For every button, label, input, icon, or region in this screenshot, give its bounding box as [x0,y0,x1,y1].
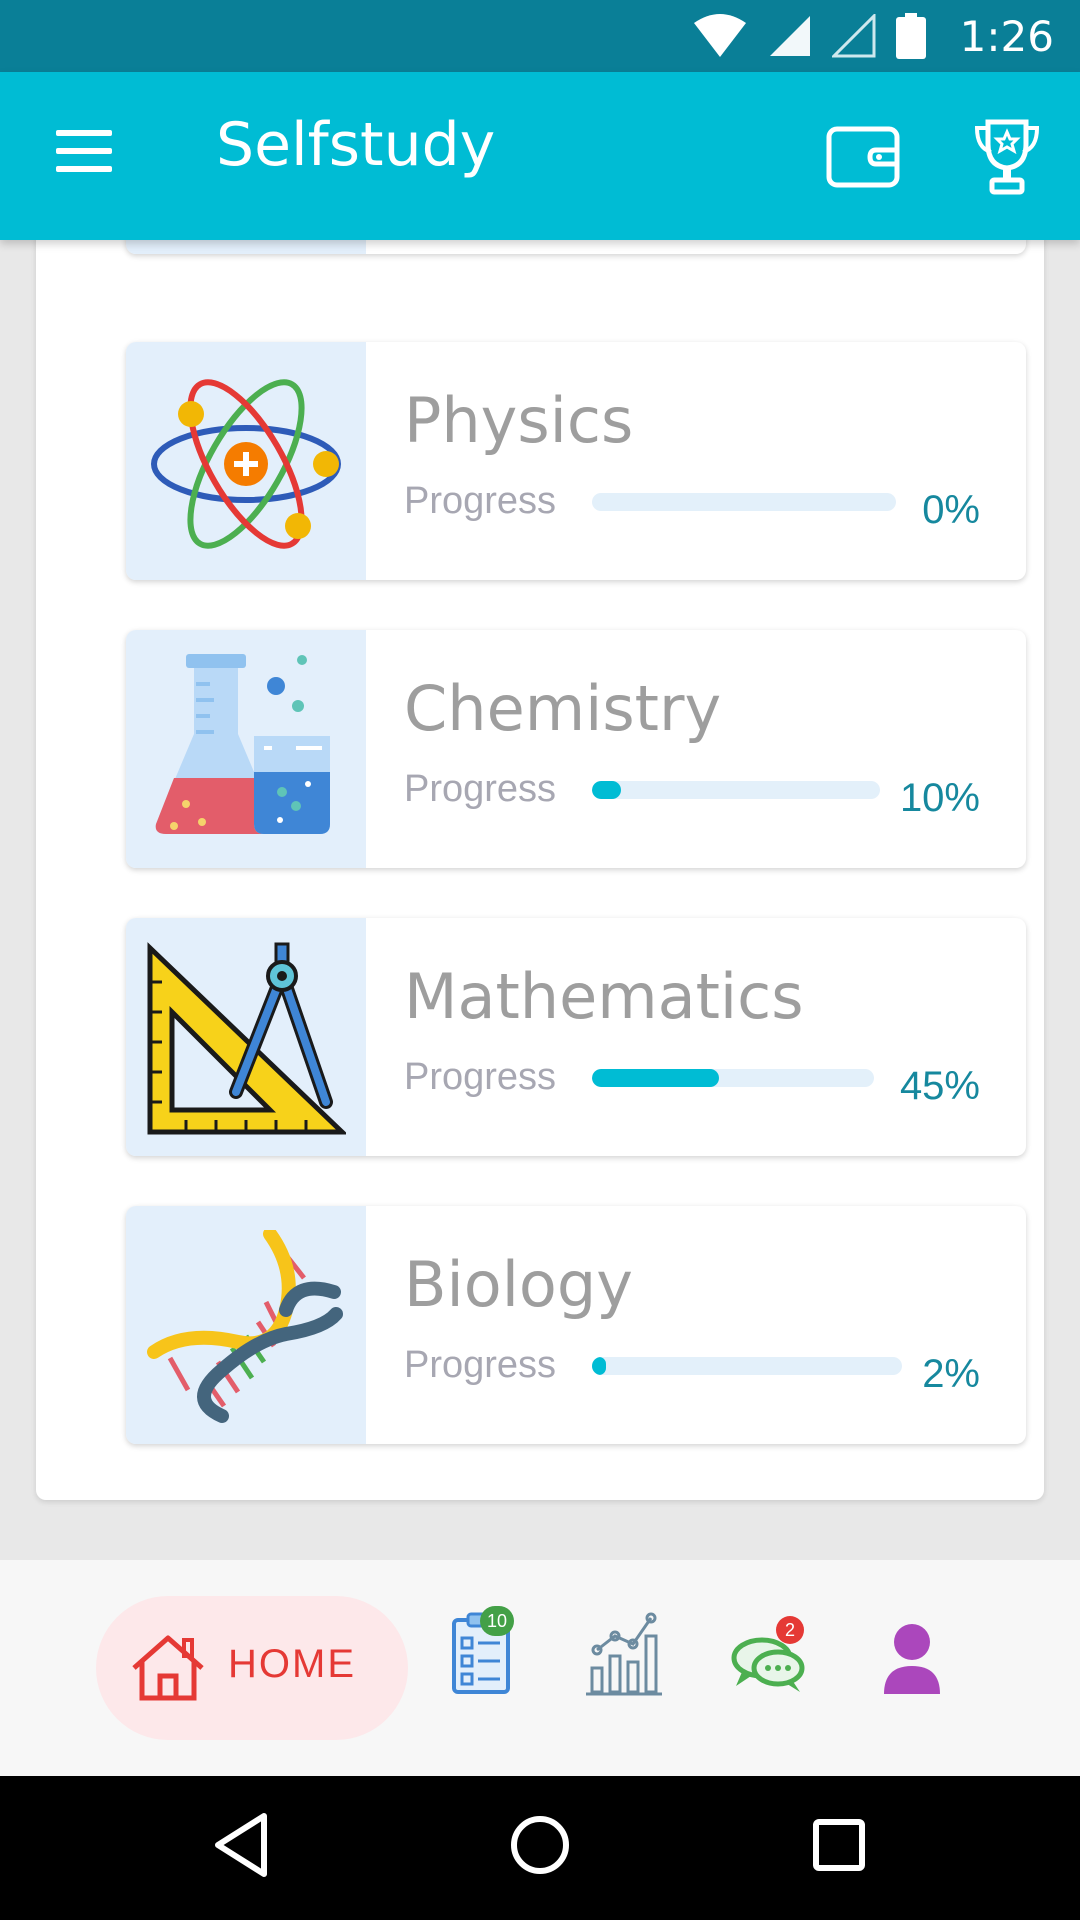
subject-card-mathematics[interactable]: Mathematics Progress 45% [126,918,1026,1156]
back-icon[interactable] [212,1812,272,1878]
subject-card-physics[interactable]: Physics Progress 0% [126,342,1026,580]
home-circle-icon[interactable] [508,1812,572,1878]
status-bar: 1:26 [0,0,1080,72]
subject-name: Biology [404,1248,633,1321]
progress-bar [592,493,896,511]
subjects-panel: Physics Progress 0% Chemistry Progress 1… [36,120,1044,1500]
progress-fill [592,781,621,799]
battery-icon [895,13,926,59]
progress-label: Progress [404,1056,557,1098]
app-bar: Selfstudy [0,72,1080,240]
system-navigation-bar [0,1776,1080,1920]
progress-bar [592,781,880,799]
subject-name: Chemistry [404,672,722,745]
atom-icon [151,379,341,549]
subject-thumbnail [126,342,366,580]
home-icon [132,1635,204,1701]
nav-tasks-button[interactable]: 10 [444,1606,524,1698]
subject-name: Mathematics [404,960,804,1033]
nav-profile-button[interactable] [872,1608,952,1698]
tasks-badge: 10 [480,1606,514,1636]
menu-icon[interactable] [56,130,112,176]
wallet-icon[interactable] [826,126,900,188]
flask-icon [155,654,330,834]
progress-percent: 45% [899,1064,980,1108]
bar-chart-icon [586,1612,662,1696]
progress-fill [592,1357,606,1375]
subject-thumbnail [126,1206,366,1444]
subject-card-biology[interactable]: Biology Progress 2% [126,1206,1026,1444]
geometry-tools-icon [147,942,346,1135]
subject-thumbnail [126,630,366,868]
user-icon [884,1624,940,1694]
progress-label: Progress [404,1344,557,1386]
subject-card-chemistry[interactable]: Chemistry Progress 10% [126,630,1026,868]
progress-bar [592,1069,874,1087]
subject-name: Physics [404,384,634,457]
progress-percent: 2% [922,1352,980,1396]
progress-label: Progress [404,768,557,810]
progress-bar [592,1357,902,1375]
nav-chat-button[interactable]: 2 [728,1608,808,1698]
progress-percent: 0% [922,488,980,532]
progress-label: Progress [404,480,557,522]
progress-percent: 10% [899,776,980,820]
signal-icon [769,16,810,56]
status-time: 1:26 [959,11,1054,61]
signal-empty-icon [831,14,876,58]
nav-home-label: HOME [228,1642,356,1686]
dna-icon [147,1230,343,1423]
chat-badge: 2 [776,1616,804,1644]
subject-thumbnail [126,918,366,1156]
nav-home-button[interactable]: HOME [96,1596,408,1740]
wifi-icon [693,14,746,57]
bottom-navigation: HOME 10 2 [0,1560,1080,1776]
progress-fill [592,1069,719,1087]
trophy-icon[interactable] [974,118,1040,196]
recents-icon[interactable] [812,1812,868,1878]
app-title: Selfstudy [216,110,496,180]
nav-stats-button[interactable] [584,1608,664,1698]
